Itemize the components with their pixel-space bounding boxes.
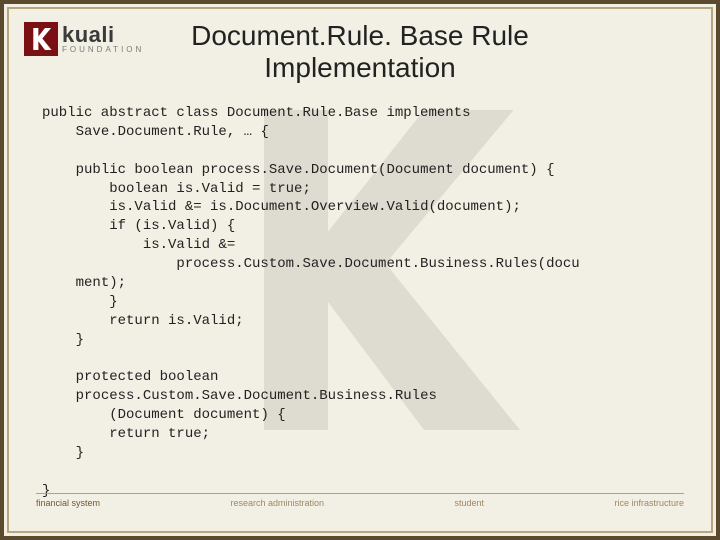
footer-item-1: financial system: [36, 498, 100, 508]
slide-frame: kuali FOUNDATION Document.Rule. Base Rul…: [0, 0, 720, 540]
title-line-2: Implementation: [264, 52, 455, 83]
slide-title: Document.Rule. Base Rule Implementation: [14, 20, 706, 84]
content-area: kuali FOUNDATION Document.Rule. Base Rul…: [14, 14, 706, 526]
footer: financial system research administration…: [36, 493, 684, 508]
footer-item-2: research administration: [230, 498, 324, 508]
footer-item-4: rice infrastructure: [614, 498, 684, 508]
code-block: public abstract class Document.Rule.Base…: [42, 104, 686, 501]
title-line-1: Document.Rule. Base Rule: [191, 20, 529, 51]
footer-item-3: student: [454, 498, 484, 508]
